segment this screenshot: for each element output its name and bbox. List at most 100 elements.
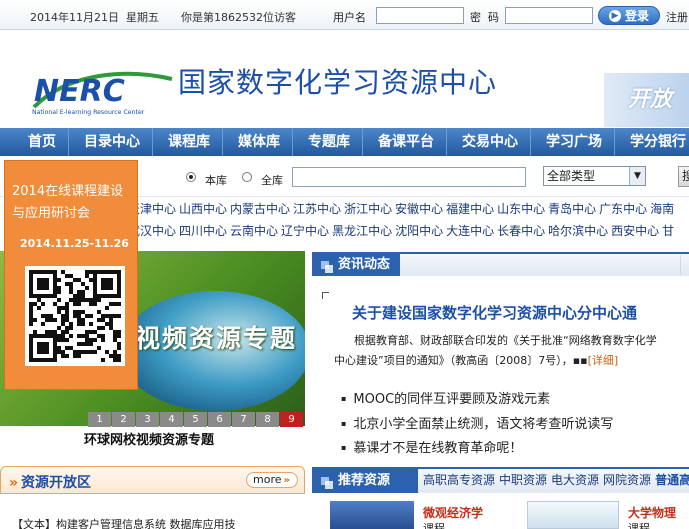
top-bar: 2014年11月21日 星期五 你是第1862532位访客 用户名 密 码 ▶ … [0,0,689,30]
recommended-tab[interactable]: 推荐资源 [312,469,418,493]
nav-catalog[interactable]: 目录中心 [69,128,153,156]
news-panel-header: 资讯动态 [312,252,689,276]
news-item[interactable]: 北京小学全面禁止统测，语文将考查听说读写 [341,413,613,438]
ad-title: 2014在线课程建设与应用研讨会 [12,184,124,221]
resource-type-select[interactable]: 全部类型 ▼ [543,166,646,186]
center-link[interactable]: 江苏中心 [293,202,341,216]
scope-this-label: 本库 [205,174,227,187]
center-link[interactable]: 浙江中心 [344,202,392,216]
password-input[interactable] [505,7,593,24]
center-link[interactable]: 内蒙古中心 [230,202,290,216]
nav-topics[interactable]: 专题库 [293,128,363,156]
center-link[interactable]: 沈阳中心 [395,224,443,238]
news-headline[interactable]: 关于建设国家数字化学习资源中心分中心通 [352,302,637,323]
course-type: 课程 [423,522,445,529]
nav-trade[interactable]: 交易中心 [447,128,531,156]
slide-caption[interactable]: 环球网校视频资源专题 [84,429,214,448]
username-label: 用户名 [333,11,366,24]
slide-page-button[interactable]: 5 [184,412,207,427]
open-resource-item[interactable]: 【文本】构建客户管理信息系统 数据库应用技 [12,516,236,529]
details-link[interactable]: [详细] [588,354,619,367]
center-link[interactable]: 大连中心 [446,224,494,238]
slide-page-button[interactable]: 4 [160,412,183,427]
center-row-1: 天津中心 山西中心 内蒙古中心 江苏中心 浙江中心 安徽中心 福建中心 山东中心 青岛中心 广东中… [128,200,677,217]
qr-module [117,358,121,362]
qr-code-icon [25,266,125,366]
center-link[interactable]: 安徽中心 [395,202,443,216]
center-link[interactable]: 四川中心 [179,224,227,238]
nav-lesson-prep[interactable]: 备课平台 [363,128,447,156]
register-link[interactable]: 注册 [666,9,688,25]
category-link[interactable]: 高职高专资源 [423,473,495,487]
slide-page-button[interactable]: 7 [232,412,255,427]
search-input[interactable] [292,167,526,187]
course-thumbnail[interactable] [330,501,414,529]
course-title[interactable]: 微观经济学 [423,504,483,521]
center-link[interactable]: 辽宁中心 [281,224,329,238]
header-banner: 开放 [604,73,689,127]
slide-page-button-active[interactable]: 9 [280,412,303,427]
corner-mark-icon [322,292,329,299]
main-nav: 首页 目录中心 课程库 媒体库 专题库 备课平台 交易中心 学习广场 学分银行 [0,128,689,156]
course-thumbnail[interactable] [527,501,619,529]
nav-credit-bank[interactable]: 学分银行 [615,128,689,156]
summary-arrow-icon: ▪▪ [572,354,588,367]
username-input[interactable] [376,7,464,24]
visitor-count: 你是第1862532位访客 [181,11,296,24]
scope-all-label: 全库 [261,174,283,187]
center-link[interactable]: 长春中心 [497,224,545,238]
center-link[interactable]: 甘 [662,224,674,238]
nav-courses[interactable]: 课程库 [153,128,223,156]
news-item[interactable]: 慕课才不是在线教育革命呢！ [341,437,613,462]
center-row-2: 武汉中心 四川中心 云南中心 辽宁中心 黑龙江中心 沈阳中心 大连中心 长春中心 哈尔滨中心 西安… [128,222,677,239]
more-button[interactable]: more» [246,472,298,488]
slide-page-button[interactable]: 3 [136,412,159,427]
center-link[interactable]: 哈尔滨中心 [548,224,608,238]
news-tab[interactable]: 资讯动态 [312,254,400,276]
course-title[interactable]: 大学物理 [628,504,676,521]
center-link[interactable]: 黑龙江中心 [332,224,392,238]
slide-pager: 1 2 3 4 5 6 7 8 9 [88,412,304,427]
slide-page-button[interactable]: 6 [208,412,231,427]
center-link[interactable]: 山东中心 [497,202,545,216]
recommended-category-links: 高职高专资源 中职资源 电大资源 网院资源 普通高 [423,471,689,488]
slide-page-button[interactable]: 1 [88,412,111,427]
center-link[interactable]: 西安中心 [611,224,659,238]
center-link[interactable]: 海南 [650,202,674,216]
ad-dates: 2014.11.25-11.26 [20,237,129,250]
double-chevron-icon: » [283,475,290,486]
category-link[interactable]: 电大资源 [551,473,599,487]
nav-learning-square[interactable]: 学习广场 [531,128,615,156]
current-date: 2014年11月21日 星期五 [30,11,159,24]
center-link[interactable]: 青岛中心 [548,202,596,216]
slide-page-button[interactable]: 2 [112,412,135,427]
search-button[interactable]: 搜 [678,166,689,187]
password-label: 密 码 [470,11,499,24]
open-resources-title: » 资源开放区 [9,475,92,491]
site-title: 国家数字化学习资源中心 [178,66,498,99]
category-link[interactable]: 网院资源 [603,473,651,487]
center-link[interactable]: 云南中心 [230,224,278,238]
svg-text:National E-learning Resource C: National E-learning Resource Center [32,109,145,116]
svg-text:NERC: NERC [34,74,125,109]
qr-pattern [29,270,121,362]
arrow-right-icon: ▶ [608,9,621,22]
nav-media[interactable]: 媒体库 [223,128,293,156]
slide-title: 视频资源专题 [135,324,298,353]
scope-all-radio[interactable] [242,172,252,182]
center-link[interactable]: 福建中心 [446,202,494,216]
center-link[interactable]: 山西中心 [179,202,227,216]
center-link[interactable]: 广东中心 [599,202,647,216]
course-type: 课程 [628,522,650,529]
nerc-logo[interactable]: NERC National E-learning Resource Center [30,61,176,117]
category-link-active[interactable]: 普通高 [655,473,689,487]
conference-float-ad[interactable]: 2014在线课程建设与应用研讨会 2014.11.25-11.26 [4,160,138,390]
news-item[interactable]: MOOC的同伴互评要顾及游戏元素 [341,388,613,413]
category-link[interactable]: 中职资源 [499,473,547,487]
site-header: NERC National E-learning Resource Center… [0,31,689,127]
nav-home[interactable]: 首页 [0,128,69,156]
news-summary: 根据教育部、财政部联合印发的《关于批准“网络教育数字化学 中心建设”项目的通知》… [334,334,657,367]
login-button[interactable]: ▶ 登录 [598,6,660,25]
slide-page-button[interactable]: 8 [256,412,279,427]
scope-this-radio[interactable] [186,172,196,182]
